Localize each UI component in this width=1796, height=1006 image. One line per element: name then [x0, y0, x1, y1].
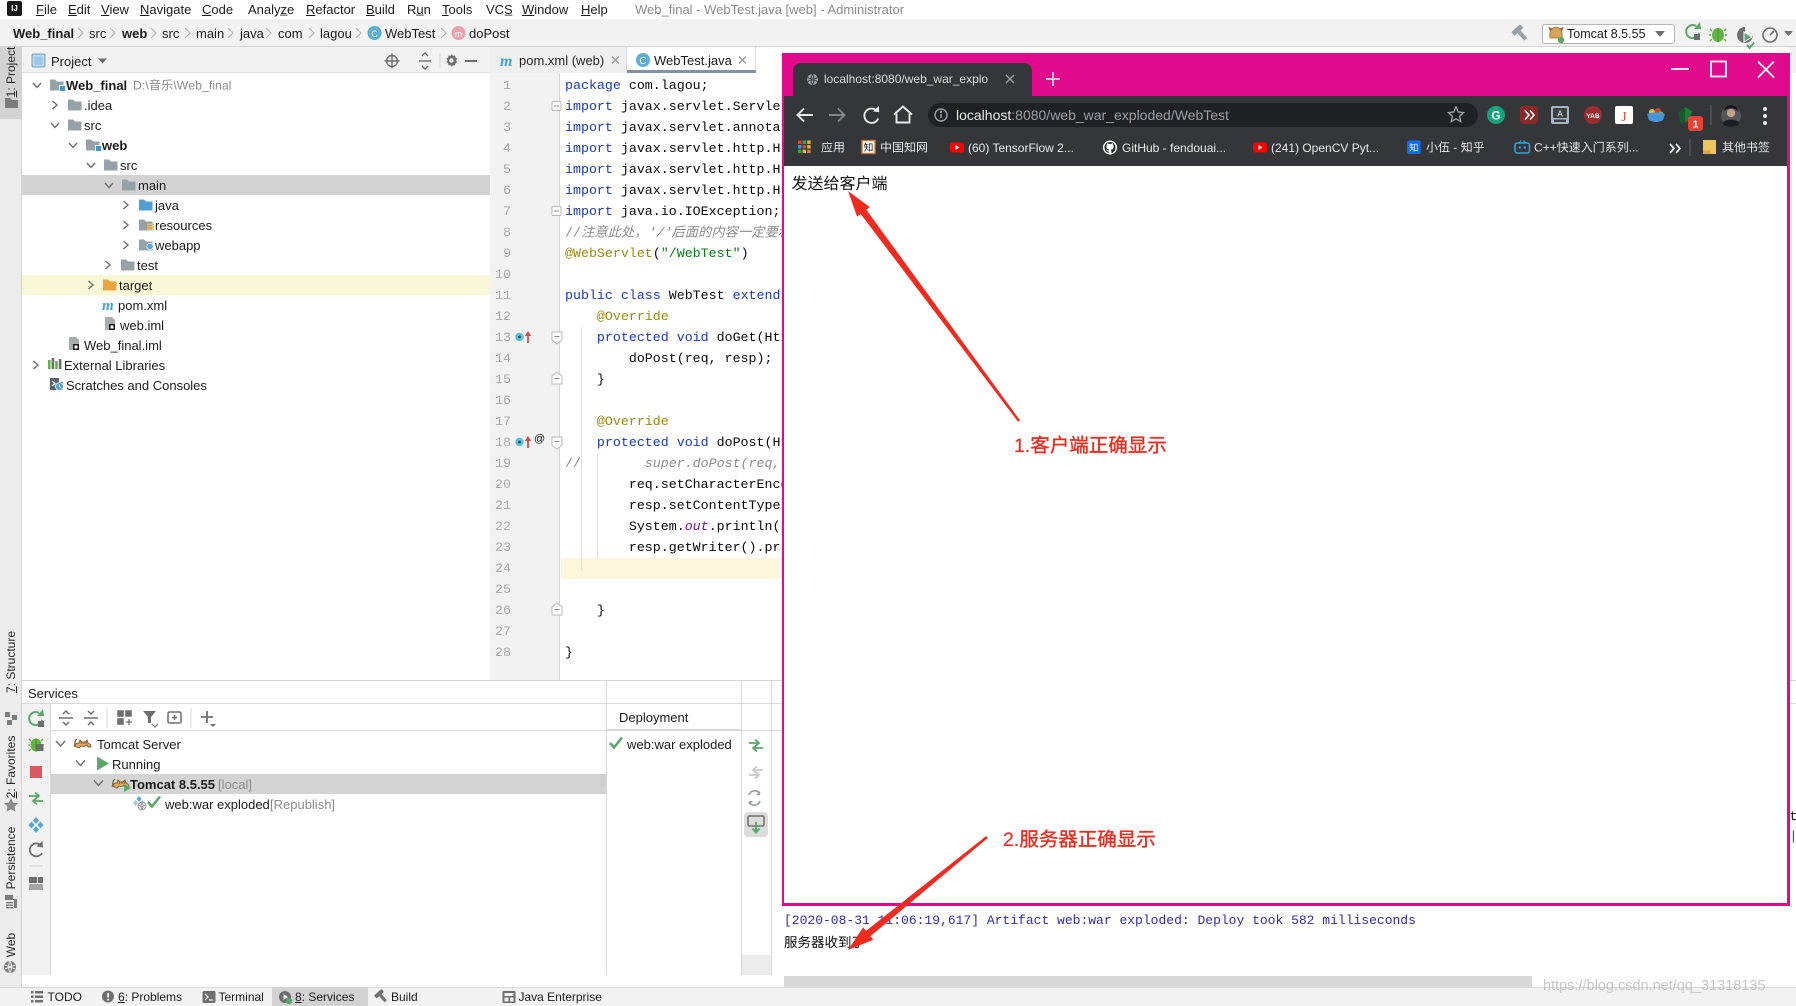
svg-text:G: G — [1491, 109, 1500, 123]
svg-text:A: A — [1557, 110, 1563, 119]
svg-text:J: J — [1621, 110, 1627, 125]
svg-text:1: 1 — [1693, 119, 1699, 131]
svg-text:YAB: YAB — [1586, 113, 1599, 120]
